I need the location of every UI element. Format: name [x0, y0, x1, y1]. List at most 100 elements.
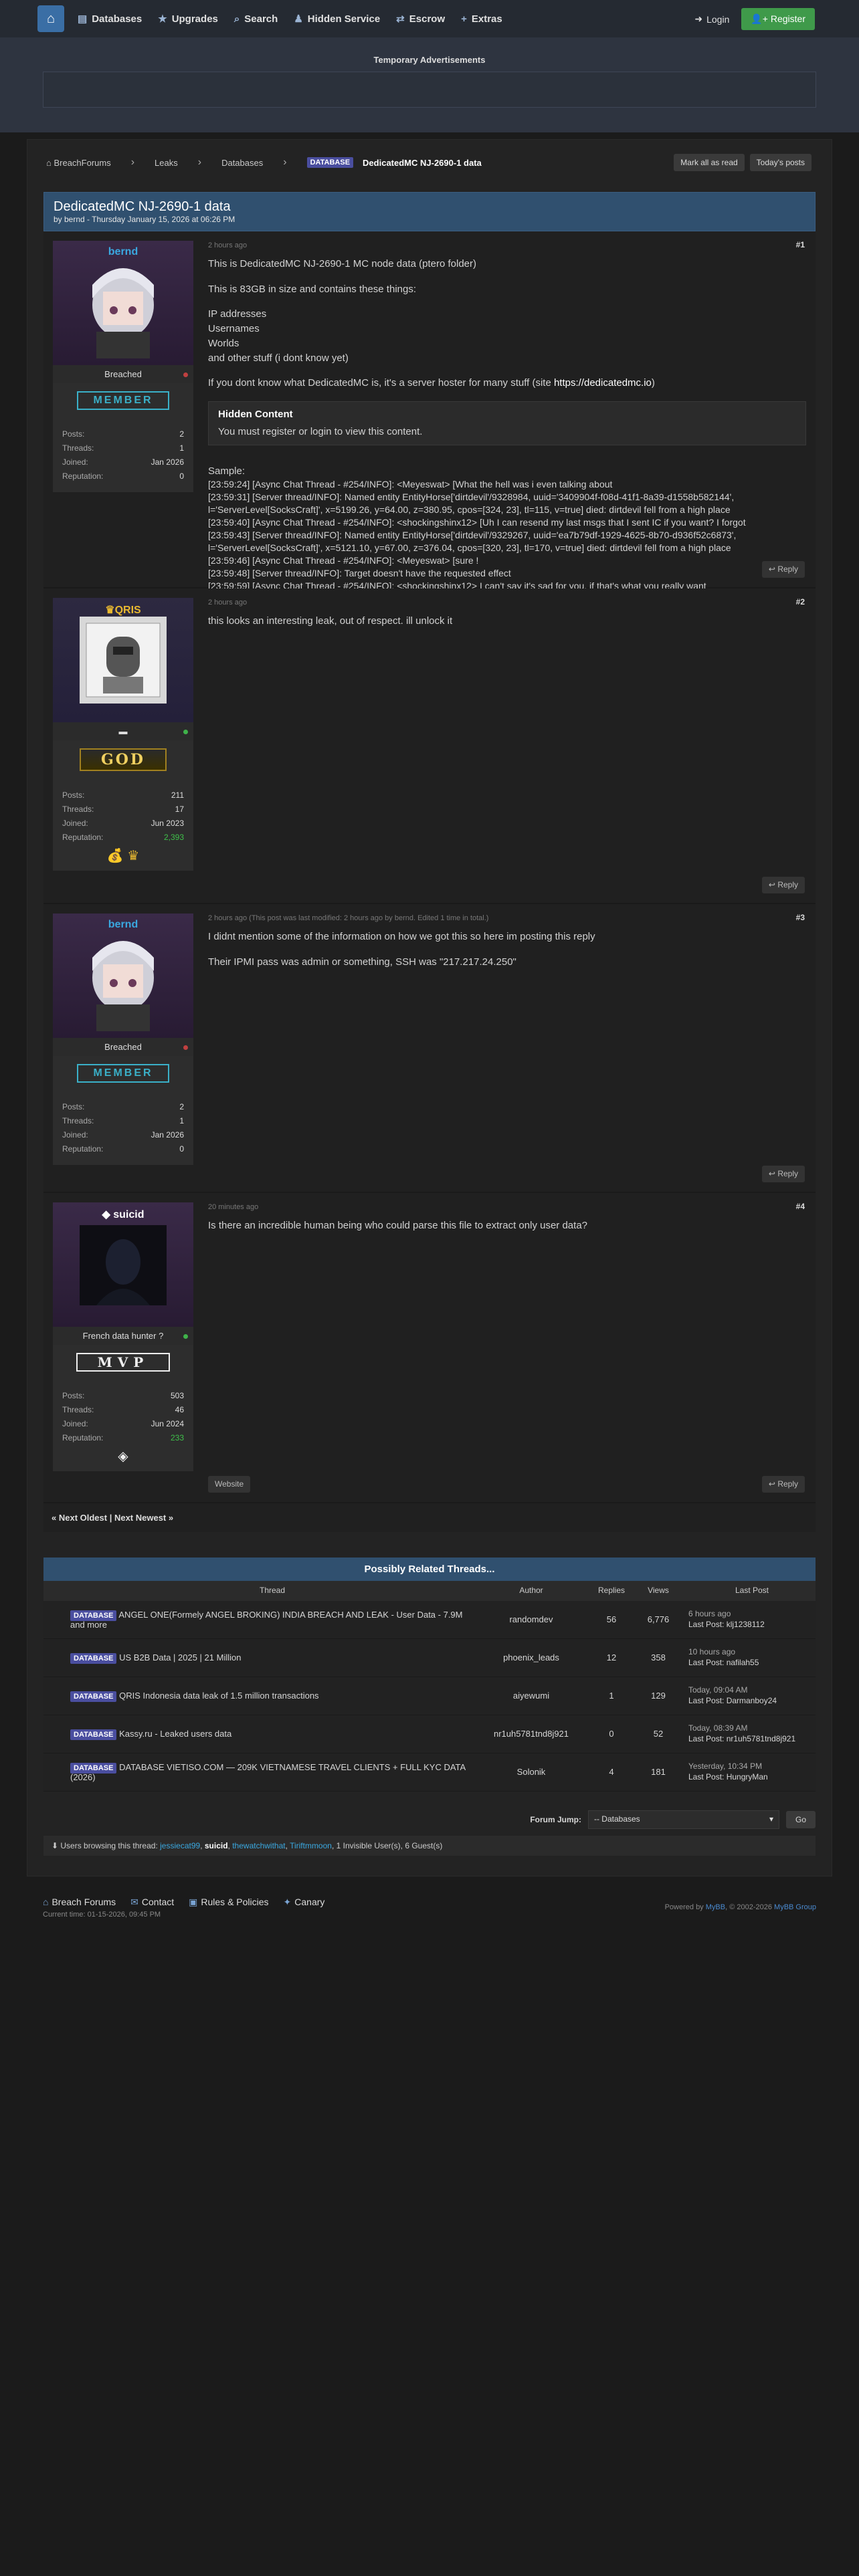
- last-post-link[interactable]: Last Post: klj1238112: [688, 1620, 816, 1630]
- thread-link[interactable]: Kassy.ru - Leaked users data: [119, 1729, 231, 1739]
- thread-link[interactable]: US B2B Data | 2025 | 21 Million: [119, 1652, 241, 1662]
- footer-rules-link[interactable]: ▣ Rules & Policies: [189, 1897, 268, 1908]
- forum-jump-select[interactable]: -- Databases ▾: [587, 1810, 779, 1829]
- mark-all-read-button[interactable]: Mark all as read: [674, 154, 745, 171]
- breadcrumb-current: DedicatedMC NJ-2690-1 data: [363, 157, 482, 168]
- table-row: DATABASE QRIS Indonesia data leak of 1.5…: [43, 1677, 816, 1715]
- thread-title: DedicatedMC NJ-2690-1 data: [54, 199, 231, 214]
- user-link[interactable]: suicid: [205, 1841, 228, 1850]
- sample-log: [23:59:24] [Async Chat Thread - #254/INF…: [208, 479, 746, 591]
- reply-button[interactable]: ↩ Reply: [761, 1475, 805, 1493]
- powered-by: Powered by MyBB, © 2002-2026 MyBB Group: [664, 1903, 816, 1911]
- site-link[interactable]: https://dedicatedmc.io: [554, 377, 652, 389]
- table-row: DATABASE ANGEL ONE(Formely ANGEL BROKING…: [43, 1600, 816, 1639]
- author-link[interactable]: randomdev: [474, 1614, 588, 1624]
- user-link[interactable]: Tiriftmmoon: [290, 1841, 332, 1850]
- author-link[interactable]: aiyewumi: [474, 1691, 588, 1701]
- login-link[interactable]: ➜ Login: [694, 13, 729, 25]
- todays-posts-button[interactable]: Today's posts: [749, 154, 812, 171]
- register-button[interactable]: 👤+ Register: [741, 8, 815, 30]
- username[interactable]: ◆ suicid: [102, 1208, 145, 1221]
- thread-link[interactable]: QRIS Indonesia data leak of 1.5 million …: [119, 1691, 318, 1701]
- breadcrumb: ⌂ BreachForums › Leaks › Databases › DAT…: [43, 146, 816, 179]
- username[interactable]: ♛QRIS: [105, 603, 140, 617]
- nav-extras[interactable]: + Extras: [461, 13, 502, 25]
- chevron-down-icon: ▾: [769, 1814, 773, 1824]
- sample-label: Sample:: [208, 465, 246, 477]
- post-number[interactable]: #3: [796, 912, 805, 924]
- main-container: ⌂ BreachForums › Leaks › Databases › DAT…: [27, 139, 832, 1876]
- nav-hidden-service[interactable]: ♟ Hidden Service: [294, 13, 380, 25]
- username[interactable]: bernd: [108, 919, 138, 931]
- reply-button[interactable]: ↩ Reply: [761, 1165, 805, 1182]
- user-plus-icon: 👤+: [751, 13, 771, 24]
- related-title: Possibly Related Threads...: [43, 1558, 816, 1581]
- last-post-link[interactable]: Last Post: HungryMan: [688, 1772, 816, 1783]
- footer-home-link[interactable]: ⌂ Breach Forums: [43, 1897, 116, 1908]
- mybb-link[interactable]: MyBB: [706, 1903, 725, 1911]
- author-link[interactable]: Solonik: [474, 1767, 588, 1777]
- breadcrumb-databases[interactable]: Databases: [221, 158, 263, 168]
- post-content: 2 hours ago #2 this looks an interesting…: [193, 588, 816, 903]
- author-link[interactable]: nr1uh5781tnd8j921: [474, 1729, 588, 1739]
- go-button[interactable]: Go: [785, 1810, 816, 1828]
- user-title: Breached: [53, 1038, 193, 1056]
- thread-link[interactable]: DATABASE VIETISO.COM — 209K VIETNAMESE T…: [70, 1762, 465, 1782]
- post-content: 2 hours ago #1 This is DedicatedMC NJ-26…: [193, 231, 816, 591]
- user-stats: Posts: 211 Threads: 17 Joined: Jun 2023 Rep…: [53, 779, 193, 871]
- post-content: 20 minutes ago #4 Is there an incredible…: [193, 1193, 816, 1502]
- reply-button[interactable]: ↩ Reply: [761, 876, 805, 893]
- nav-upgrades[interactable]: ★ Upgrades: [158, 13, 218, 25]
- last-post-link[interactable]: Last Post: Darmanboy24: [688, 1696, 816, 1707]
- post-paragraph: I didnt mention some of the information …: [208, 930, 595, 942]
- breadcrumb-home[interactable]: ⌂ BreachForums: [46, 158, 111, 168]
- website-button[interactable]: Website: [208, 1475, 251, 1493]
- mybb-group-link[interactable]: MyBB Group: [774, 1903, 816, 1911]
- sign-in-icon: ➜: [694, 13, 703, 24]
- thread-pagination[interactable]: « Next Oldest | Next Newest »: [43, 1503, 816, 1532]
- post-number[interactable]: #2: [796, 597, 805, 608]
- rank-badge: MEMBER: [53, 1056, 193, 1091]
- rank-badge: MVP: [53, 1345, 193, 1380]
- nav-escrow[interactable]: ⇄ Escrow: [396, 13, 445, 25]
- nav-databases[interactable]: ▤ Databases: [78, 13, 142, 25]
- rank-badge: GOD: [53, 740, 193, 779]
- post-time: 2 hours ago: [208, 241, 248, 249]
- footer-canary-link[interactable]: ✦ Canary: [284, 1897, 325, 1908]
- offline-status-icon: [183, 1045, 188, 1050]
- post-number[interactable]: #1: [796, 239, 805, 251]
- author-panel: bernd Breached MEMBER Posts: 2 Threads: 1 …: [53, 241, 193, 578]
- author-link[interactable]: phoenix_leads: [474, 1652, 588, 1662]
- author-panel: ♛QRIS ▬ GOD Posts: 211 Threads: 17 Joined:…: [53, 598, 193, 893]
- last-post-link[interactable]: Last Post: nr1uh5781tnd8j921: [688, 1734, 816, 1745]
- chevron-right-icon: ›: [283, 156, 287, 168]
- forum-jump: Forum Jump: -- Databases ▾ Go: [43, 1810, 816, 1829]
- user-link[interactable]: jessiecat99: [160, 1841, 200, 1850]
- thread-link[interactable]: ANGEL ONE(Formely ANGEL BROKING) INDIA B…: [70, 1610, 463, 1630]
- post-number[interactable]: #4: [796, 1201, 805, 1212]
- user-stats: Posts: 2 Threads: 1 Joined: Jan 2026 Reputa…: [53, 1091, 193, 1165]
- database-badge: DATABASE: [70, 1691, 117, 1703]
- reply-icon: ↩: [768, 564, 778, 574]
- avatar-image: [80, 1225, 167, 1305]
- home-icon[interactable]: ⌂: [37, 5, 64, 32]
- related-threads: Possibly Related Threads... Thread Autho…: [43, 1558, 816, 1792]
- post-paragraph: This is 83GB in size and contains these …: [208, 283, 417, 295]
- footer-contact-link[interactable]: ✉ Contact: [130, 1897, 174, 1908]
- nav-search[interactable]: ⌕ Search: [234, 13, 278, 25]
- post-list: IP addresses Usernames Worlds and other …: [208, 308, 349, 364]
- user-title: Breached: [53, 365, 193, 383]
- database-icon: ▤: [78, 13, 88, 25]
- author-panel: bernd Breached MEMBER Posts: 2 Threads: 1 …: [53, 914, 193, 1182]
- breadcrumb-leaks[interactable]: Leaks: [155, 158, 178, 168]
- ad-banner-area: Temporary Advertisements: [0, 37, 859, 132]
- user-link[interactable]: thewatchwithat: [232, 1841, 285, 1850]
- main-nav: ▤ Databases ★ Upgrades ⌕ Search ♟ Hidden Ser…: [78, 13, 502, 25]
- reply-button[interactable]: ↩ Reply: [761, 560, 805, 578]
- diamond-award-icon: ◈: [118, 1449, 128, 1464]
- username[interactable]: bernd: [108, 246, 138, 258]
- post-paragraph: This is DedicatedMC NJ-2690-1 MC node da…: [208, 257, 477, 270]
- database-badge: DATABASE: [306, 157, 354, 168]
- last-post-link[interactable]: Last Post: nafilah55: [688, 1658, 816, 1669]
- user-secret-icon: ♟: [294, 13, 303, 25]
